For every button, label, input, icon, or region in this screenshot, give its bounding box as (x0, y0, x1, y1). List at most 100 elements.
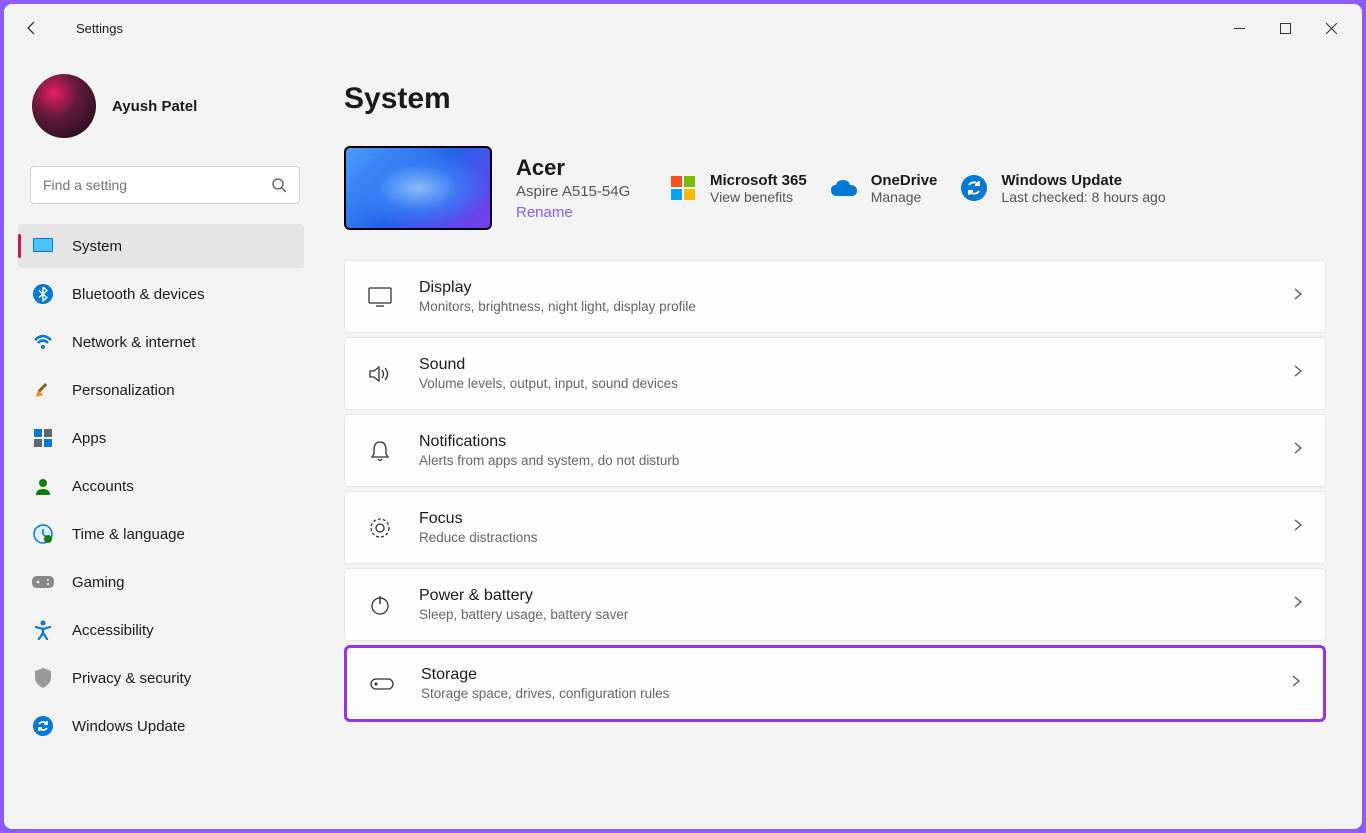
settings-window: Settings Ayush Patel System (4, 4, 1362, 829)
storage-icon (369, 671, 395, 697)
update-icon (32, 715, 54, 737)
focus-icon (367, 515, 393, 541)
nav-item-privacy[interactable]: Privacy & security (18, 656, 304, 700)
setting-title: Storage (421, 666, 1265, 684)
close-icon (1326, 23, 1337, 34)
setting-desc: Alerts from apps and system, do not dist… (419, 453, 1267, 468)
setting-desc: Storage space, drives, configuration rul… (421, 686, 1265, 701)
username: Ayush Patel (112, 98, 197, 115)
chevron-right-icon (1293, 595, 1303, 614)
gaming-icon (32, 571, 54, 593)
sound-icon (367, 361, 393, 387)
card-sub: View benefits (710, 189, 807, 205)
card-title: Windows Update (1001, 172, 1165, 189)
page-title: System (344, 82, 1326, 116)
nav-item-update[interactable]: Windows Update (18, 704, 304, 748)
nav-label: Time & language (72, 526, 185, 543)
nav-item-accessibility[interactable]: Accessibility (18, 608, 304, 652)
ms365-icon (670, 175, 696, 201)
setting-title: Display (419, 279, 1267, 297)
device-model: Aspire A515-54G (516, 183, 646, 200)
accessibility-icon (32, 619, 54, 641)
setting-focus[interactable]: Focus Reduce distractions (344, 491, 1326, 564)
setting-title: Sound (419, 356, 1267, 374)
nav-label: Accounts (72, 478, 134, 495)
setting-desc: Sleep, battery usage, battery saver (419, 607, 1267, 622)
personalization-icon (32, 379, 54, 401)
nav-label: System (72, 238, 122, 255)
chevron-right-icon (1293, 441, 1303, 460)
window-controls (1216, 12, 1354, 44)
chevron-right-icon (1291, 674, 1301, 693)
back-button[interactable] (12, 8, 52, 48)
card-onedrive[interactable]: OneDrive Manage (831, 172, 938, 205)
card-update[interactable]: Windows Update Last checked: 8 hours ago (961, 172, 1165, 205)
notifications-icon (367, 438, 393, 464)
minimize-icon (1234, 23, 1245, 34)
rename-link[interactable]: Rename (516, 204, 646, 221)
nav-label: Gaming (72, 574, 125, 591)
setting-display[interactable]: Display Monitors, brightness, night ligh… (344, 260, 1326, 333)
chevron-right-icon (1293, 287, 1303, 306)
setting-desc: Volume levels, output, input, sound devi… (419, 376, 1267, 391)
titlebar: Settings (4, 4, 1362, 52)
nav-item-bluetooth[interactable]: Bluetooth & devices (18, 272, 304, 316)
nav-item-network[interactable]: Network & internet (18, 320, 304, 364)
setting-notifications[interactable]: Notifications Alerts from apps and syste… (344, 414, 1326, 487)
nav-label: Apps (72, 430, 106, 447)
content: Ayush Patel System Bluetooth & devices N… (4, 52, 1362, 829)
bluetooth-icon (32, 283, 54, 305)
nav-item-apps[interactable]: Apps (18, 416, 304, 460)
setting-power[interactable]: Power & battery Sleep, battery usage, ba… (344, 568, 1326, 641)
windows-update-icon (961, 175, 987, 201)
display-icon (367, 284, 393, 310)
nav-label: Privacy & security (72, 670, 191, 687)
nav-item-time[interactable]: Time & language (18, 512, 304, 556)
accounts-icon (32, 475, 54, 497)
nav-item-system[interactable]: System (18, 224, 304, 268)
sidebar: Ayush Patel System Bluetooth & devices N… (4, 52, 314, 829)
device-row: Acer Aspire A515-54G Rename Microsoft 36… (344, 146, 1326, 230)
search-input[interactable] (43, 177, 271, 193)
search-icon (271, 177, 287, 193)
nav-label: Network & internet (72, 334, 195, 351)
nav-label: Accessibility (72, 622, 154, 639)
system-icon (32, 235, 54, 257)
setting-storage[interactable]: Storage Storage space, drives, configura… (344, 645, 1326, 722)
nav-label: Bluetooth & devices (72, 286, 205, 303)
network-icon (32, 331, 54, 353)
nav: System Bluetooth & devices Network & int… (18, 224, 314, 748)
settings-list: Display Monitors, brightness, night ligh… (344, 260, 1326, 722)
time-icon (32, 523, 54, 545)
device-info: Acer Aspire A515-54G Rename (516, 155, 646, 221)
profile[interactable]: Ayush Patel (18, 64, 314, 158)
card-sub: Last checked: 8 hours ago (1001, 189, 1165, 205)
nav-item-personalization[interactable]: Personalization (18, 368, 304, 412)
maximize-icon (1280, 23, 1291, 34)
device-thumbnail[interactable] (344, 146, 492, 230)
setting-desc: Monitors, brightness, night light, displ… (419, 299, 1267, 314)
search-box[interactable] (30, 166, 300, 204)
setting-title: Notifications (419, 433, 1267, 451)
setting-desc: Reduce distractions (419, 530, 1267, 545)
device-name: Acer (516, 155, 646, 181)
nav-item-accounts[interactable]: Accounts (18, 464, 304, 508)
setting-sound[interactable]: Sound Volume levels, output, input, soun… (344, 337, 1326, 410)
minimize-button[interactable] (1216, 12, 1262, 44)
card-title: OneDrive (871, 172, 938, 189)
privacy-icon (32, 667, 54, 689)
nav-label: Personalization (72, 382, 175, 399)
window-title: Settings (76, 21, 123, 36)
nav-item-gaming[interactable]: Gaming (18, 560, 304, 604)
main-content: System Acer Aspire A515-54G Rename Micro… (314, 52, 1362, 829)
card-title: Microsoft 365 (710, 172, 807, 189)
maximize-button[interactable] (1262, 12, 1308, 44)
chevron-right-icon (1293, 364, 1303, 383)
card-ms365[interactable]: Microsoft 365 View benefits (670, 172, 807, 205)
close-button[interactable] (1308, 12, 1354, 44)
onedrive-icon (831, 175, 857, 201)
chevron-right-icon (1293, 518, 1303, 537)
avatar (32, 74, 96, 138)
setting-title: Power & battery (419, 587, 1267, 605)
arrow-left-icon (24, 20, 40, 36)
